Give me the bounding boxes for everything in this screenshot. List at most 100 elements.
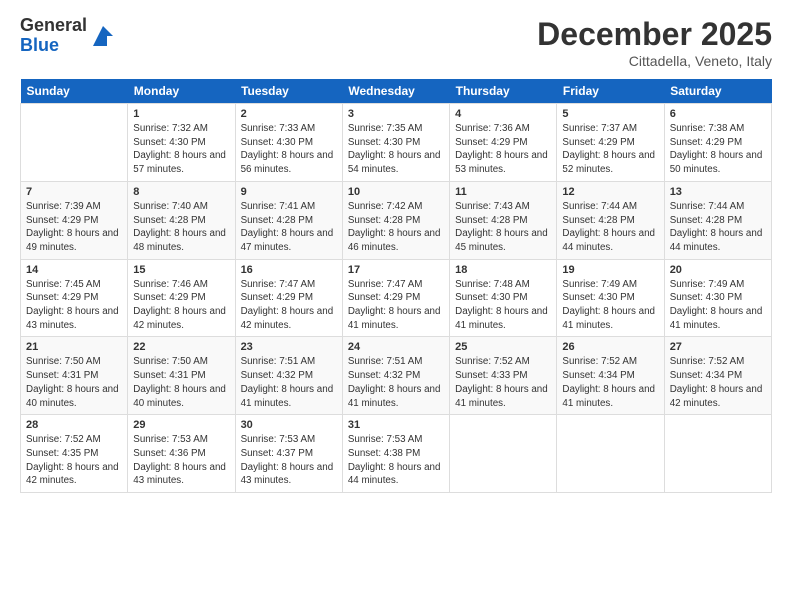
- day-info: Sunrise: 7:36 AMSunset: 4:29 PMDaylight:…: [455, 123, 548, 175]
- day-info: Sunrise: 7:51 AMSunset: 4:32 PMDaylight:…: [241, 356, 334, 408]
- day-info: Sunrise: 7:52 AMSunset: 4:33 PMDaylight:…: [455, 356, 548, 408]
- header-wednesday: Wednesday: [342, 79, 449, 104]
- calendar-week-row: 7 Sunrise: 7:39 AMSunset: 4:29 PMDayligh…: [21, 181, 772, 259]
- day-info: Sunrise: 7:49 AMSunset: 4:30 PMDaylight:…: [562, 279, 655, 331]
- day-info: Sunrise: 7:50 AMSunset: 4:31 PMDaylight:…: [133, 356, 226, 408]
- day-info: Sunrise: 7:47 AMSunset: 4:29 PMDaylight:…: [348, 279, 441, 331]
- header-saturday: Saturday: [664, 79, 771, 104]
- day-info: Sunrise: 7:49 AMSunset: 4:30 PMDaylight:…: [670, 279, 763, 331]
- day-info: Sunrise: 7:37 AMSunset: 4:29 PMDaylight:…: [562, 123, 655, 175]
- day-info: Sunrise: 7:33 AMSunset: 4:30 PMDaylight:…: [241, 123, 334, 175]
- table-row: 20 Sunrise: 7:49 AMSunset: 4:30 PMDaylig…: [664, 259, 771, 337]
- day-number: 2: [241, 108, 337, 120]
- table-row: [450, 415, 557, 493]
- day-number: 21: [26, 341, 122, 353]
- header-friday: Friday: [557, 79, 664, 104]
- day-number: 19: [562, 264, 658, 276]
- table-row: 24 Sunrise: 7:51 AMSunset: 4:32 PMDaylig…: [342, 337, 449, 415]
- day-number: 17: [348, 264, 444, 276]
- day-number: 27: [670, 341, 766, 353]
- table-row: 2 Sunrise: 7:33 AMSunset: 4:30 PMDayligh…: [235, 104, 342, 182]
- table-row: 30 Sunrise: 7:53 AMSunset: 4:37 PMDaylig…: [235, 415, 342, 493]
- table-row: 17 Sunrise: 7:47 AMSunset: 4:29 PMDaylig…: [342, 259, 449, 337]
- table-row: 4 Sunrise: 7:36 AMSunset: 4:29 PMDayligh…: [450, 104, 557, 182]
- day-number: 6: [670, 108, 766, 120]
- table-row: 26 Sunrise: 7:52 AMSunset: 4:34 PMDaylig…: [557, 337, 664, 415]
- calendar-page: General Blue December 2025 Cittadella, V…: [0, 0, 792, 612]
- logo-general: General: [20, 16, 87, 36]
- day-info: Sunrise: 7:47 AMSunset: 4:29 PMDaylight:…: [241, 279, 334, 331]
- calendar-week-row: 1 Sunrise: 7:32 AMSunset: 4:30 PMDayligh…: [21, 104, 772, 182]
- day-number: 18: [455, 264, 551, 276]
- day-number: 12: [562, 186, 658, 198]
- day-number: 11: [455, 186, 551, 198]
- table-row: 7 Sunrise: 7:39 AMSunset: 4:29 PMDayligh…: [21, 181, 128, 259]
- table-row: 1 Sunrise: 7:32 AMSunset: 4:30 PMDayligh…: [128, 104, 235, 182]
- table-row: 6 Sunrise: 7:38 AMSunset: 4:29 PMDayligh…: [664, 104, 771, 182]
- day-number: 29: [133, 419, 229, 431]
- day-number: 26: [562, 341, 658, 353]
- day-number: 13: [670, 186, 766, 198]
- day-number: 9: [241, 186, 337, 198]
- weekday-header-row: Sunday Monday Tuesday Wednesday Thursday…: [21, 79, 772, 104]
- calendar-week-row: 14 Sunrise: 7:45 AMSunset: 4:29 PMDaylig…: [21, 259, 772, 337]
- calendar-table: Sunday Monday Tuesday Wednesday Thursday…: [20, 79, 772, 493]
- day-info: Sunrise: 7:53 AMSunset: 4:36 PMDaylight:…: [133, 434, 226, 486]
- table-row: [664, 415, 771, 493]
- day-number: 14: [26, 264, 122, 276]
- logo: General Blue: [20, 16, 117, 56]
- table-row: 18 Sunrise: 7:48 AMSunset: 4:30 PMDaylig…: [450, 259, 557, 337]
- logo-icon: [89, 22, 117, 50]
- day-number: 5: [562, 108, 658, 120]
- day-info: Sunrise: 7:32 AMSunset: 4:30 PMDaylight:…: [133, 123, 226, 175]
- logo-text: General Blue: [20, 16, 87, 56]
- day-info: Sunrise: 7:38 AMSunset: 4:29 PMDaylight:…: [670, 123, 763, 175]
- day-number: 28: [26, 419, 122, 431]
- day-number: 10: [348, 186, 444, 198]
- day-info: Sunrise: 7:53 AMSunset: 4:38 PMDaylight:…: [348, 434, 441, 486]
- day-info: Sunrise: 7:46 AMSunset: 4:29 PMDaylight:…: [133, 279, 226, 331]
- header-tuesday: Tuesday: [235, 79, 342, 104]
- table-row: [557, 415, 664, 493]
- day-info: Sunrise: 7:44 AMSunset: 4:28 PMDaylight:…: [670, 201, 763, 253]
- day-number: 24: [348, 341, 444, 353]
- day-info: Sunrise: 7:41 AMSunset: 4:28 PMDaylight:…: [241, 201, 334, 253]
- day-info: Sunrise: 7:52 AMSunset: 4:35 PMDaylight:…: [26, 434, 119, 486]
- table-row: 31 Sunrise: 7:53 AMSunset: 4:38 PMDaylig…: [342, 415, 449, 493]
- main-title: December 2025: [537, 16, 772, 53]
- day-info: Sunrise: 7:52 AMSunset: 4:34 PMDaylight:…: [562, 356, 655, 408]
- table-row: [21, 104, 128, 182]
- day-info: Sunrise: 7:51 AMSunset: 4:32 PMDaylight:…: [348, 356, 441, 408]
- day-info: Sunrise: 7:40 AMSunset: 4:28 PMDaylight:…: [133, 201, 226, 253]
- table-row: 16 Sunrise: 7:47 AMSunset: 4:29 PMDaylig…: [235, 259, 342, 337]
- day-info: Sunrise: 7:53 AMSunset: 4:37 PMDaylight:…: [241, 434, 334, 486]
- header-thursday: Thursday: [450, 79, 557, 104]
- day-number: 4: [455, 108, 551, 120]
- day-number: 7: [26, 186, 122, 198]
- table-row: 10 Sunrise: 7:42 AMSunset: 4:28 PMDaylig…: [342, 181, 449, 259]
- table-row: 23 Sunrise: 7:51 AMSunset: 4:32 PMDaylig…: [235, 337, 342, 415]
- table-row: 27 Sunrise: 7:52 AMSunset: 4:34 PMDaylig…: [664, 337, 771, 415]
- day-info: Sunrise: 7:45 AMSunset: 4:29 PMDaylight:…: [26, 279, 119, 331]
- day-info: Sunrise: 7:42 AMSunset: 4:28 PMDaylight:…: [348, 201, 441, 253]
- table-row: 9 Sunrise: 7:41 AMSunset: 4:28 PMDayligh…: [235, 181, 342, 259]
- table-row: 12 Sunrise: 7:44 AMSunset: 4:28 PMDaylig…: [557, 181, 664, 259]
- day-info: Sunrise: 7:39 AMSunset: 4:29 PMDaylight:…: [26, 201, 119, 253]
- calendar-week-row: 21 Sunrise: 7:50 AMSunset: 4:31 PMDaylig…: [21, 337, 772, 415]
- day-number: 30: [241, 419, 337, 431]
- day-info: Sunrise: 7:35 AMSunset: 4:30 PMDaylight:…: [348, 123, 441, 175]
- table-row: 5 Sunrise: 7:37 AMSunset: 4:29 PMDayligh…: [557, 104, 664, 182]
- table-row: 25 Sunrise: 7:52 AMSunset: 4:33 PMDaylig…: [450, 337, 557, 415]
- logo-blue: Blue: [20, 36, 87, 56]
- table-row: 8 Sunrise: 7:40 AMSunset: 4:28 PMDayligh…: [128, 181, 235, 259]
- header: General Blue December 2025 Cittadella, V…: [20, 16, 772, 69]
- table-row: 21 Sunrise: 7:50 AMSunset: 4:31 PMDaylig…: [21, 337, 128, 415]
- table-row: 19 Sunrise: 7:49 AMSunset: 4:30 PMDaylig…: [557, 259, 664, 337]
- day-info: Sunrise: 7:43 AMSunset: 4:28 PMDaylight:…: [455, 201, 548, 253]
- day-info: Sunrise: 7:50 AMSunset: 4:31 PMDaylight:…: [26, 356, 119, 408]
- day-number: 31: [348, 419, 444, 431]
- table-row: 28 Sunrise: 7:52 AMSunset: 4:35 PMDaylig…: [21, 415, 128, 493]
- day-number: 23: [241, 341, 337, 353]
- table-row: 14 Sunrise: 7:45 AMSunset: 4:29 PMDaylig…: [21, 259, 128, 337]
- day-number: 8: [133, 186, 229, 198]
